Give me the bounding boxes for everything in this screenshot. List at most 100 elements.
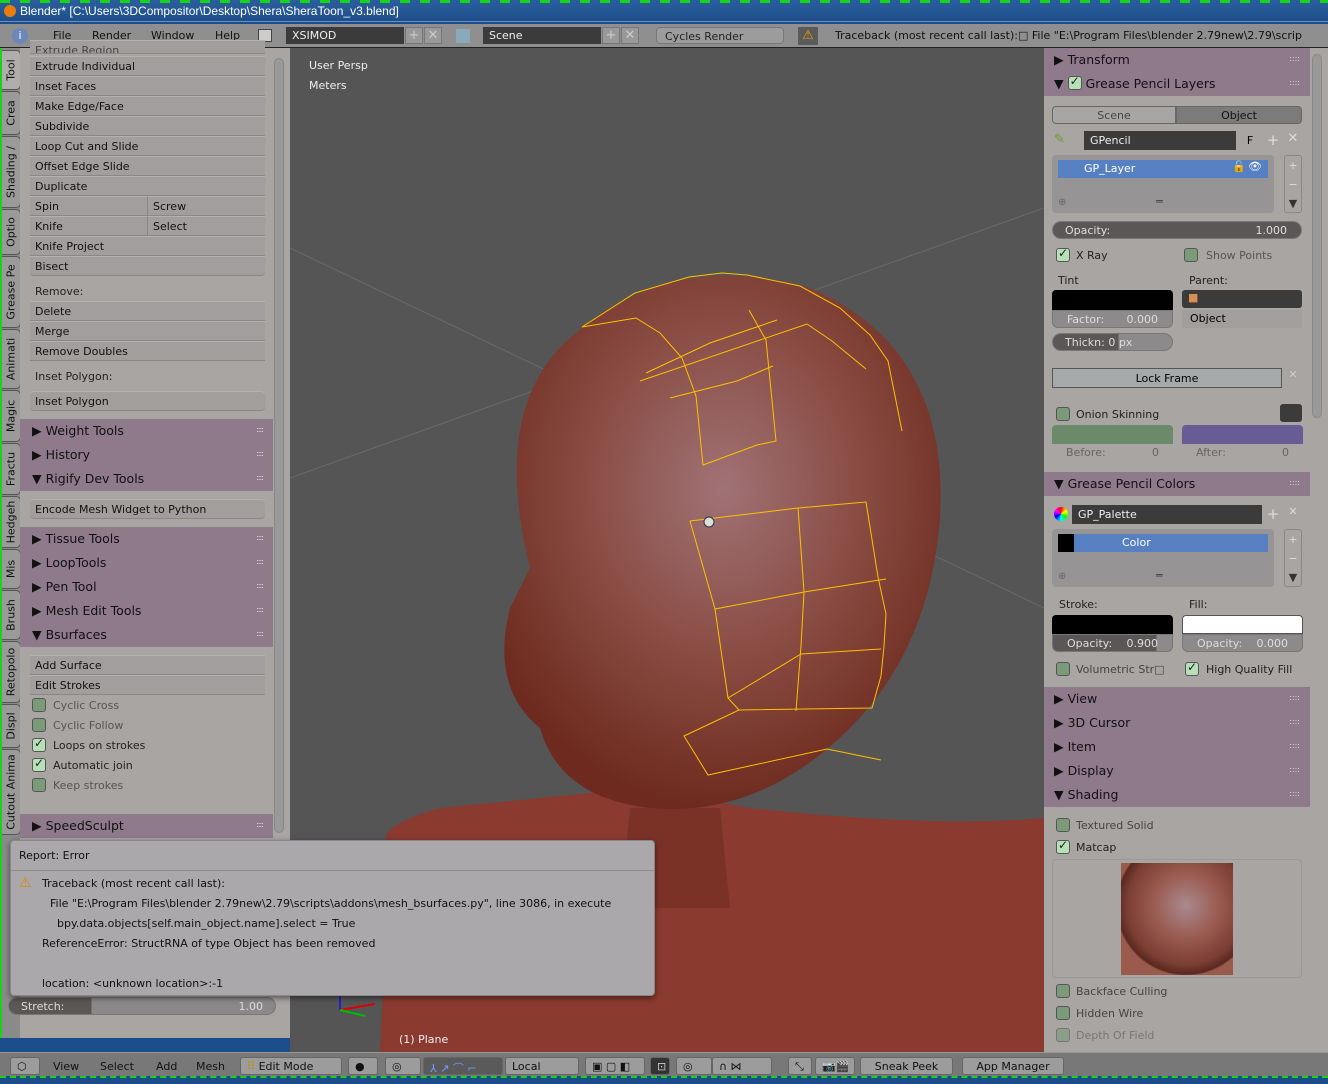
stroke-opacity-slider[interactable]: Opacity: 0.900 bbox=[1052, 634, 1173, 652]
add-palette-button[interactable]: + bbox=[1264, 505, 1282, 524]
add-scene-button[interactable]: + bbox=[602, 27, 620, 44]
onion-before-color[interactable] bbox=[1052, 425, 1173, 444]
menu-view[interactable]: View bbox=[53, 1060, 79, 1073]
panel-speedsculpt[interactable]: ▶ SpeedSculpt:::: bbox=[20, 814, 273, 838]
color-menu-button[interactable]: ▼ bbox=[1285, 568, 1301, 587]
cyclic-cross-checkbox[interactable] bbox=[32, 698, 46, 712]
select-mode-buttons[interactable]: ▣ ▢ ◧ bbox=[585, 1057, 645, 1075]
make-edge-face-button[interactable]: Make Edge/Face bbox=[30, 96, 265, 116]
panel-item[interactable]: ▶ Item:::: bbox=[1044, 735, 1310, 759]
merge-dropdown[interactable]: Merge bbox=[30, 321, 265, 341]
mode-dropdown[interactable]: ⠿ Edit Mode bbox=[240, 1057, 342, 1075]
scene-field[interactable]: Scene bbox=[483, 27, 601, 44]
tab-fracture[interactable]: Fractu bbox=[2, 443, 21, 495]
panel-shading[interactable]: ▼ Shading:::: bbox=[1044, 783, 1310, 807]
delete-screen-button[interactable]: ✕ bbox=[424, 27, 442, 44]
extrude-region-button[interactable]: Extrude Region bbox=[30, 40, 265, 54]
tab-shading[interactable]: Shading / bbox=[2, 136, 21, 208]
panel-view[interactable]: ▶ View:::: bbox=[1044, 687, 1310, 711]
matcap-preview-box[interactable] bbox=[1052, 859, 1302, 978]
limit-selection-button[interactable]: ⊡ bbox=[650, 1057, 670, 1075]
viewport-shading-dropdown[interactable]: ● bbox=[348, 1057, 378, 1075]
lock-frame-button[interactable]: Lock Frame bbox=[1052, 368, 1282, 388]
toolshelf-scrollbar[interactable] bbox=[274, 58, 284, 833]
list-filter-icon[interactable]: ⊕ bbox=[1058, 571, 1066, 582]
tab-options[interactable]: Optio bbox=[2, 209, 21, 255]
pivot-point-dropdown[interactable]: ◎ bbox=[385, 1057, 421, 1075]
palette-name-field[interactable]: GP_Palette bbox=[1072, 505, 1262, 524]
remove-layer-button[interactable]: − bbox=[1285, 175, 1301, 194]
fill-opacity-slider[interactable]: Opacity: 0.000 bbox=[1182, 634, 1303, 652]
high-quality-fill-checkbox[interactable] bbox=[1185, 660, 1199, 676]
gp-layer-item[interactable]: GP_Layer 🔓 👁 bbox=[1058, 160, 1268, 178]
onion-before-field[interactable]: Before: 0 bbox=[1052, 444, 1173, 462]
thickness-slider[interactable]: Thickn: 0 px bbox=[1052, 333, 1173, 351]
tint-factor-slider[interactable]: Factor: 0.000 bbox=[1052, 310, 1173, 328]
xray-checkbox[interactable] bbox=[1056, 246, 1070, 262]
parent-type-dropdown[interactable]: Object bbox=[1182, 310, 1302, 328]
tint-color-swatch[interactable] bbox=[1052, 290, 1173, 310]
tab-retopology[interactable]: Retopolo bbox=[2, 641, 21, 703]
gp-color-list[interactable]: Color ⊕ ═ bbox=[1052, 529, 1274, 587]
panel-grease-pencil-layers[interactable]: ▼ Grease Pencil Layers:::: bbox=[1044, 72, 1310, 96]
app-manager-button[interactable]: App Manager bbox=[962, 1057, 1064, 1075]
gp-layers-enable-checkbox[interactable] bbox=[1067, 74, 1082, 90]
panel-bsurfaces[interactable]: ▼ Bsurfaces:::: bbox=[20, 623, 273, 647]
panel-mesh-edit-tools[interactable]: ▶ Mesh Edit Tools:::: bbox=[20, 599, 273, 623]
bisect-button[interactable]: Bisect bbox=[30, 256, 265, 276]
editor-type-button[interactable]: ⬡ bbox=[10, 1057, 40, 1075]
textured-solid-checkbox[interactable] bbox=[1056, 818, 1070, 832]
parent-object-field[interactable]: ■ bbox=[1182, 290, 1302, 308]
unlock-frame-button[interactable]: ✕ bbox=[1284, 368, 1302, 388]
knife-select-button[interactable]: Select bbox=[147, 216, 265, 236]
report-message[interactable]: Traceback (most recent call last):□ File… bbox=[835, 29, 1302, 42]
menu-mesh[interactable]: Mesh bbox=[196, 1060, 225, 1073]
offset-edge-slide-button[interactable]: Offset Edge Slide bbox=[30, 156, 265, 176]
onion-after-color[interactable] bbox=[1182, 425, 1303, 444]
tab-object[interactable]: Object bbox=[1176, 106, 1302, 124]
automatic-join-checkbox[interactable] bbox=[32, 756, 46, 772]
knife-project-button[interactable]: Knife Project bbox=[30, 236, 265, 256]
transform-orientation-dropdown[interactable]: Local bbox=[505, 1057, 579, 1075]
subdivide-button[interactable]: Subdivide bbox=[30, 116, 265, 136]
loops-on-strokes-checkbox[interactable] bbox=[32, 736, 46, 752]
panel-display[interactable]: ▶ Display:::: bbox=[1044, 759, 1310, 783]
inset-faces-button[interactable]: Inset Faces bbox=[30, 76, 265, 96]
panel-transform[interactable]: ▶ Transform:::: bbox=[1044, 48, 1310, 72]
remove-doubles-button[interactable]: Remove Doubles bbox=[30, 341, 265, 361]
tab-magic[interactable]: Magic bbox=[2, 390, 21, 442]
proportional-editing-dropdown[interactable]: ◎ bbox=[676, 1057, 712, 1075]
extrude-individual-button[interactable]: Extrude Individual bbox=[30, 56, 265, 76]
3d-cursor[interactable] bbox=[703, 516, 715, 528]
gpencil-name-field[interactable]: GPencil bbox=[1084, 131, 1236, 150]
tab-brush[interactable]: Brush bbox=[2, 590, 21, 640]
matcap-checkbox[interactable] bbox=[1056, 838, 1070, 854]
edit-strokes-button[interactable]: Edit Strokes bbox=[30, 675, 265, 695]
list-filter-icon[interactable]: ⊕ bbox=[1058, 197, 1066, 208]
gp-color-item[interactable]: Color bbox=[1058, 534, 1268, 552]
lock-icon[interactable]: 🔓 bbox=[1232, 160, 1246, 173]
list-resize-handle[interactable]: ═ bbox=[1156, 569, 1163, 582]
list-resize-handle[interactable]: ═ bbox=[1156, 195, 1163, 208]
color-wheel-icon[interactable] bbox=[1280, 404, 1302, 422]
panel-grease-pencil-colors[interactable]: ▼ Grease Pencil Colors:::: bbox=[1044, 472, 1310, 496]
tab-misc[interactable]: Mis bbox=[2, 549, 21, 589]
layer-menu-button[interactable]: ▼ bbox=[1285, 194, 1301, 213]
sneak-peek-button[interactable]: Sneak Peek bbox=[860, 1057, 953, 1075]
panel-3d-cursor[interactable]: ▶ 3D Cursor:::: bbox=[1044, 711, 1310, 735]
panel-rigify-dev-tools[interactable]: ▼ Rigify Dev Tools:::: bbox=[20, 467, 273, 491]
remove-color-button[interactable]: − bbox=[1285, 549, 1301, 568]
inset-polygon-button[interactable]: Inset Polygon bbox=[30, 391, 265, 411]
unlink-gpencil-button[interactable]: ✕ bbox=[1284, 131, 1302, 150]
hidden-wire-checkbox[interactable] bbox=[1056, 1006, 1070, 1020]
manipulator-toggles[interactable]: ⅄ ↗ ⌒ ⌐ bbox=[423, 1057, 503, 1075]
add-surface-button[interactable]: Add Surface bbox=[30, 655, 265, 675]
fill-color-swatch[interactable] bbox=[1182, 615, 1303, 634]
render-engine-dropdown[interactable]: Cycles Render bbox=[656, 27, 784, 44]
encode-mesh-widget-button[interactable]: Encode Mesh Widget to Python bbox=[30, 499, 265, 519]
backface-culling-checkbox[interactable] bbox=[1056, 984, 1070, 998]
tab-cutout-animation[interactable]: Cutout Anima bbox=[2, 749, 21, 835]
tab-display[interactable]: Displ bbox=[2, 704, 21, 748]
snap-buttons[interactable]: ∩ ⋈ bbox=[712, 1057, 772, 1075]
keep-strokes-checkbox[interactable] bbox=[32, 778, 46, 792]
